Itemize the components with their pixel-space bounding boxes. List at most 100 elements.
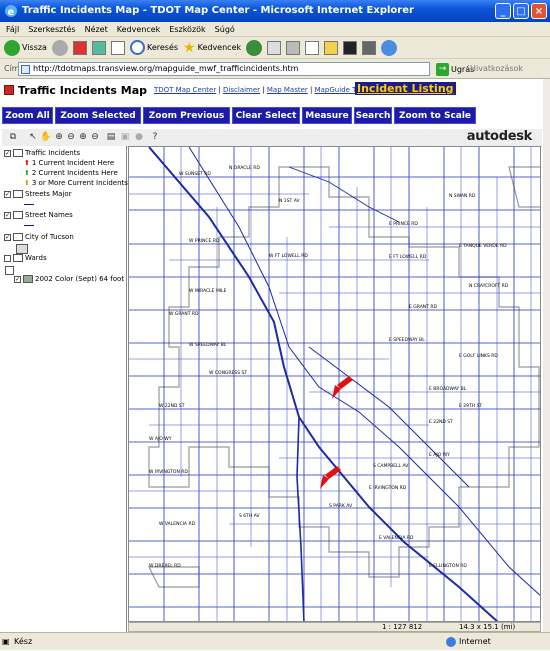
back-button[interactable]: Vissza (4, 39, 47, 57)
search-icon (129, 40, 145, 55)
map-status-bar: 1 : 127 812 14.3 x 15.1 (mi) (128, 622, 541, 632)
menu-favorites[interactable]: Kedvencek (117, 22, 161, 36)
status-text: Kész (14, 637, 33, 646)
mail-button[interactable] (267, 39, 282, 57)
zoom-in-icon[interactable]: ⊕ (54, 132, 64, 142)
forward-button[interactable] (51, 39, 68, 57)
street-map[interactable]: W SUNSET RD N ORACLE RD N 1ST AV E PRINC… (129, 147, 541, 622)
legend-city-of-tucson[interactable]: ✓ City of Tucson (4, 232, 74, 242)
checkbox[interactable] (5, 266, 14, 275)
zoom-out-icon[interactable]: ⊖ (66, 132, 76, 142)
checkbox[interactable]: ✓ (4, 190, 11, 198)
incident-pin-1 (332, 376, 353, 399)
menu-tools[interactable]: Eszközök (169, 22, 205, 36)
yellow-pin-icon: ⬆ (24, 179, 30, 187)
forward-arrow-icon (51, 39, 68, 56)
legend-streets-major[interactable]: ✓ Streets Major (4, 189, 72, 199)
stop-map-icon[interactable]: ● (134, 132, 144, 142)
menu-help[interactable]: Súgó (215, 22, 235, 36)
messenger-icon (381, 39, 398, 56)
street-label: N CRAYCROFT RD (469, 283, 509, 289)
address-input[interactable]: http://tdotmaps.transview.org/mapguide_m… (18, 62, 430, 76)
street-label: S 6TH AV (239, 513, 261, 519)
link-disclaimer[interactable]: Disclaimer (223, 86, 260, 94)
zoom-previous-icon[interactable]: ⊖ (90, 132, 100, 142)
research-button[interactable] (362, 39, 377, 57)
refresh-button[interactable] (91, 39, 106, 57)
legend-street-names[interactable]: ✓ Street Names (4, 210, 73, 220)
zone-indicator: Internet (446, 633, 491, 651)
research-icon (362, 40, 377, 55)
street-label: W SPEEDWAY BL (189, 342, 227, 348)
history-icon (246, 39, 263, 56)
interstate-10 (148, 147, 499, 621)
pan-hand-icon[interactable]: ✋ (40, 132, 51, 142)
search-map-button[interactable]: Search (354, 107, 392, 124)
search-button[interactable]: Keresés (129, 39, 178, 57)
zoom-previous-button[interactable]: Zoom Previous (143, 107, 230, 124)
checkbox[interactable]: ✓ (4, 211, 11, 219)
go-button[interactable]: → Ugrás (436, 63, 474, 76)
print-button[interactable] (286, 39, 301, 57)
zoom-selected-button[interactable]: Zoom Selected (55, 107, 141, 124)
checkbox[interactable]: ✓ (14, 275, 21, 283)
folder-button[interactable] (324, 39, 339, 57)
legend-wards[interactable]: Wards (4, 253, 47, 263)
legend-aerial-2002[interactable]: ✓ 2002 Color (Sept) 64 foot (14, 274, 124, 284)
street-label: N 1ST AV (279, 198, 300, 204)
zoom-all-button[interactable]: Zoom All (2, 107, 53, 124)
street-label: E VALENCIA RD (379, 535, 414, 541)
legend-label: 1 Current Incident Here (31, 159, 115, 167)
mail-icon (267, 40, 282, 55)
clear-select-button[interactable]: Clear Select (232, 107, 300, 124)
street-label: N SWAN RD (449, 193, 476, 199)
maximize-button[interactable]: □ (513, 3, 529, 19)
incident-listing-link[interactable]: Incident Listing (355, 82, 456, 95)
home-button[interactable] (110, 39, 125, 57)
links-label[interactable]: Hivatkozások (470, 64, 523, 73)
street-label: W AJO WY (149, 436, 172, 442)
menu-file[interactable]: Fájl (6, 22, 19, 36)
street-label: E GRANT RD (409, 304, 437, 310)
map-button-row: Zoom All Zoom Selected Zoom Previous Cle… (2, 107, 478, 124)
select-arrow-icon[interactable]: ↖ (28, 132, 38, 142)
close-button[interactable]: × (531, 3, 547, 19)
legend-label: Street Names (25, 211, 73, 219)
incident-markers[interactable] (320, 376, 353, 489)
zoom-to-scale-button[interactable]: Zoom to Scale (394, 107, 476, 124)
menu-edit[interactable]: Szerkesztés (28, 22, 75, 36)
help-icon[interactable]: ? (150, 132, 160, 142)
stop-button[interactable] (72, 39, 87, 57)
map-size: 14.3 x 15.1 (mi) (459, 623, 516, 631)
print-map-icon[interactable]: ▣ (120, 132, 130, 142)
street-label: E FT LOWELL RD (389, 254, 427, 260)
measure-button[interactable]: Measure (302, 107, 352, 124)
h-button[interactable] (343, 39, 358, 57)
copy-icon[interactable]: ⧉ (8, 132, 18, 142)
messenger-button[interactable] (381, 39, 398, 57)
menu-view[interactable]: Nézet (85, 22, 108, 36)
vertical-scrollbar[interactable] (543, 79, 550, 632)
history-button[interactable] (246, 39, 263, 57)
legend-one-incident: ⬆ 1 Current Incident Here (24, 158, 114, 168)
street-label: E SPEEDWAY BL (389, 337, 425, 343)
map-canvas[interactable]: W SUNSET RD N ORACLE RD N 1ST AV E PRINC… (128, 146, 541, 622)
zoom-window-icon[interactable]: ⊕ (78, 132, 88, 142)
link-map-master[interactable]: Map Master (267, 86, 308, 94)
minimize-button[interactable]: _ (495, 3, 511, 19)
checkbox[interactable]: ✓ (4, 149, 11, 157)
link-tdot-map-center[interactable]: TDOT Map Center (154, 86, 216, 94)
globe-icon (446, 637, 456, 647)
edit-button[interactable] (305, 39, 320, 57)
legend-label: City of Tucson (25, 233, 74, 241)
legend-traffic-incidents[interactable]: ✓ Traffic Incidents (4, 148, 80, 158)
street-label: W SUNSET RD (179, 171, 211, 177)
layer-icon[interactable]: ▤ (106, 132, 116, 142)
city-boundary-line (148, 166, 540, 578)
favorites-button[interactable]: ★ Kedvencek (183, 39, 241, 57)
h-icon (343, 40, 358, 55)
legend-label: Streets Major (25, 190, 72, 198)
street-label: E GOLF LINKS RD (459, 353, 498, 359)
checkbox[interactable]: ✓ (4, 233, 11, 241)
checkbox[interactable] (4, 254, 11, 262)
